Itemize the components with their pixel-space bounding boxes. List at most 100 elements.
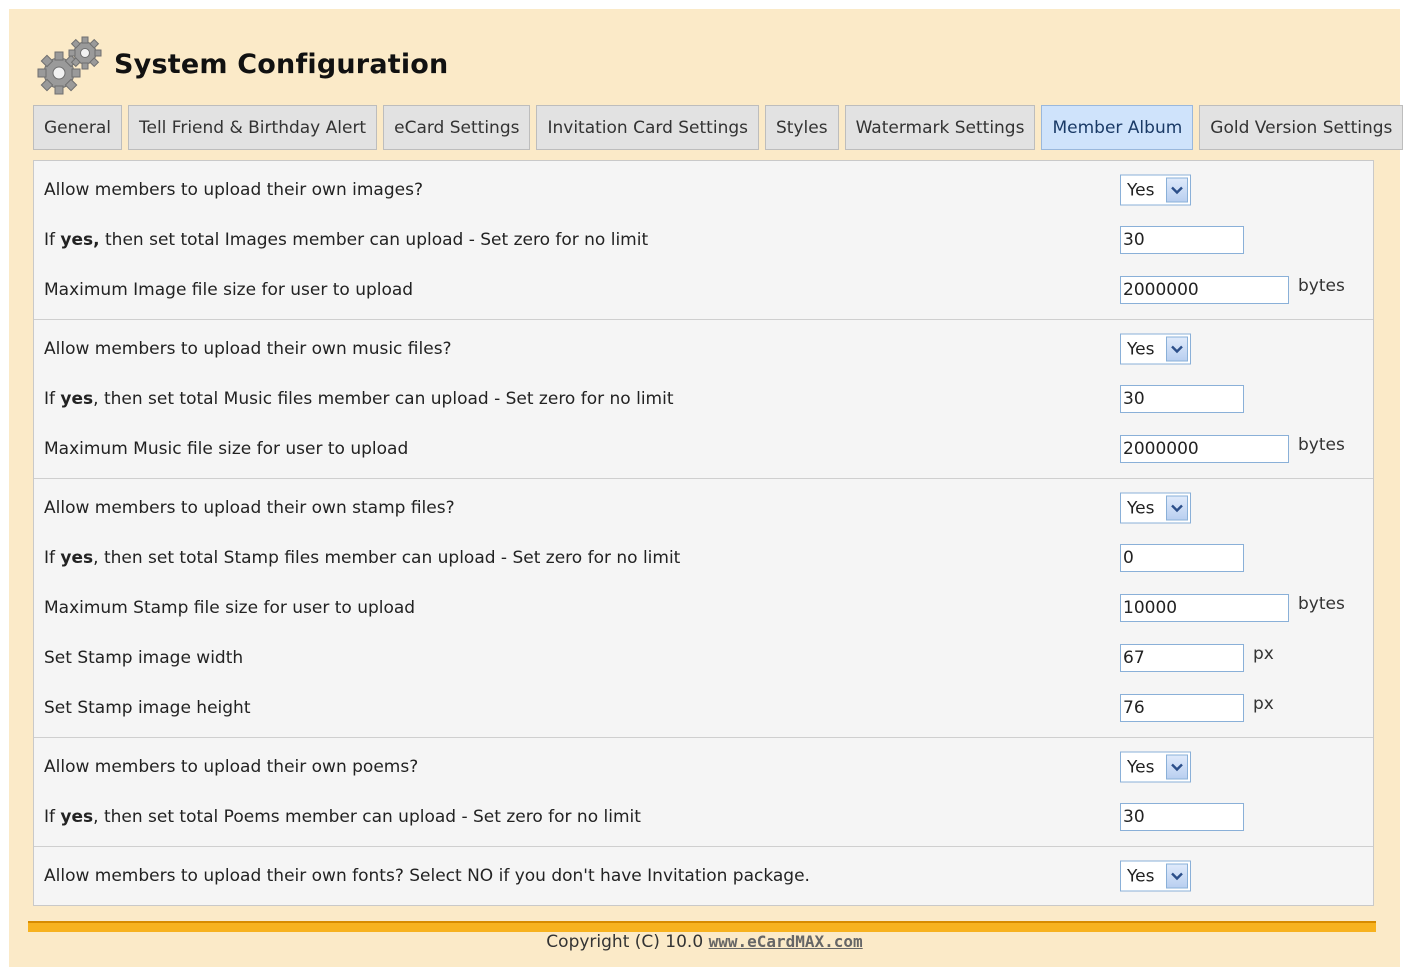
setting-row: Allow members to upload their own poems?… bbox=[34, 742, 1373, 792]
unit-label: bytes bbox=[1298, 276, 1345, 296]
label-suffix: , then set total Music files member can … bbox=[93, 389, 674, 409]
yes-no-select[interactable]: Yes bbox=[1120, 492, 1191, 524]
setting-row: Allow members to upload their own stamp … bbox=[34, 483, 1373, 533]
label-prefix: If bbox=[44, 230, 61, 250]
setting-row: Allow members to upload their own fonts?… bbox=[34, 851, 1373, 901]
setting-control: px bbox=[1120, 644, 1274, 672]
select-value: Yes bbox=[1127, 866, 1155, 886]
tab-styles[interactable]: Styles bbox=[765, 105, 839, 150]
setting-row: If yes, then set total Images member can… bbox=[34, 215, 1373, 265]
label-prefix: If bbox=[44, 389, 61, 409]
setting-control: Yes bbox=[1120, 492, 1191, 524]
settings-group-poems: Allow members to upload their own poems?… bbox=[34, 738, 1373, 847]
setting-row: If yes, then set total Music files membe… bbox=[34, 374, 1373, 424]
label-emphasis: yes bbox=[60, 807, 94, 827]
copyright-text: Copyright (C) 10.0 bbox=[546, 932, 709, 952]
setting-row: Allow members to upload their own music … bbox=[34, 324, 1373, 374]
setting-row: Maximum Image file size for user to uplo… bbox=[34, 265, 1373, 315]
setting-control bbox=[1120, 226, 1244, 254]
tab-member-album[interactable]: Member Album bbox=[1041, 105, 1194, 150]
page-frame: System Configuration General Tell Friend … bbox=[9, 9, 1404, 967]
footer-divider bbox=[28, 921, 1376, 932]
settings-group-fonts: Allow members to upload their own fonts?… bbox=[34, 847, 1373, 905]
chevron-down-icon[interactable] bbox=[1166, 177, 1188, 203]
setting-control: Yes bbox=[1120, 860, 1191, 892]
setting-control: bytes bbox=[1120, 594, 1345, 622]
setting-label: If yes, then set total Images member can… bbox=[44, 230, 648, 250]
yes-no-select[interactable]: Yes bbox=[1120, 174, 1191, 206]
ecardmax-link[interactable]: www.eCardMAX.com bbox=[709, 932, 863, 951]
settings-group-music: Allow members to upload their own music … bbox=[34, 320, 1373, 479]
setting-input[interactable] bbox=[1120, 226, 1244, 254]
settings-group-stamp: Allow members to upload their own stamp … bbox=[34, 479, 1373, 738]
unit-label: px bbox=[1253, 694, 1274, 714]
setting-input[interactable] bbox=[1120, 594, 1289, 622]
tab-watermark-settings[interactable]: Watermark Settings bbox=[844, 105, 1036, 150]
unit-label: bytes bbox=[1298, 435, 1345, 455]
gears-icon bbox=[35, 31, 105, 97]
header: System Configuration bbox=[35, 31, 448, 97]
tab-general[interactable]: General bbox=[33, 105, 122, 150]
setting-row: Allow members to upload their own images… bbox=[34, 165, 1373, 215]
setting-control bbox=[1120, 385, 1244, 413]
setting-control: Yes bbox=[1120, 751, 1191, 783]
tab-ecard-settings[interactable]: eCard Settings bbox=[383, 105, 531, 150]
chevron-down-icon[interactable] bbox=[1166, 863, 1188, 889]
label-emphasis: yes, bbox=[60, 230, 100, 250]
tab-gold-version-settings[interactable]: Gold Version Settings bbox=[1199, 105, 1404, 150]
setting-label: Maximum Music file size for user to uplo… bbox=[44, 439, 409, 459]
setting-label: Maximum Image file size for user to uplo… bbox=[44, 280, 414, 300]
unit-label: bytes bbox=[1298, 594, 1345, 614]
tab-invitation-card-settings[interactable]: Invitation Card Settings bbox=[536, 105, 759, 150]
label-suffix: , then set total Poems member can upload… bbox=[93, 807, 641, 827]
chevron-down-icon[interactable] bbox=[1166, 336, 1188, 362]
setting-input[interactable] bbox=[1120, 644, 1244, 672]
setting-input[interactable] bbox=[1120, 694, 1244, 722]
setting-label: If yes, then set total Music files membe… bbox=[44, 389, 674, 409]
setting-label: Allow members to upload their own poems? bbox=[44, 757, 419, 777]
setting-row: If yes, then set total Stamp files membe… bbox=[34, 533, 1373, 583]
setting-label: If yes, then set total Stamp files membe… bbox=[44, 548, 680, 568]
setting-label: Allow members to upload their own fonts?… bbox=[44, 866, 810, 886]
setting-input[interactable] bbox=[1120, 435, 1289, 463]
setting-control: Yes bbox=[1120, 333, 1191, 365]
page-title: System Configuration bbox=[114, 48, 449, 80]
label-prefix: If bbox=[44, 548, 61, 568]
select-value: Yes bbox=[1127, 339, 1155, 359]
setting-row: Maximum Stamp file size for user to uplo… bbox=[34, 583, 1373, 633]
setting-label: Allow members to upload their own music … bbox=[44, 339, 452, 359]
setting-row: Maximum Music file size for user to uplo… bbox=[34, 424, 1373, 474]
setting-row: Set Stamp image height px bbox=[34, 683, 1373, 733]
setting-control: px bbox=[1120, 694, 1274, 722]
select-value: Yes bbox=[1127, 180, 1155, 200]
yes-no-select[interactable]: Yes bbox=[1120, 333, 1191, 365]
setting-input[interactable] bbox=[1120, 276, 1289, 304]
select-value: Yes bbox=[1127, 757, 1155, 777]
setting-label: Set Stamp image width bbox=[44, 648, 244, 668]
yes-no-select[interactable]: Yes bbox=[1120, 751, 1191, 783]
setting-control bbox=[1120, 803, 1244, 831]
tab-tell-friend-birthday-alert[interactable]: Tell Friend & Birthday Alert bbox=[128, 105, 378, 150]
setting-label: Maximum Stamp file size for user to uplo… bbox=[44, 598, 416, 618]
setting-control: Yes bbox=[1120, 174, 1191, 206]
footer: Copyright (C) 10.0 www.eCardMAX.com bbox=[9, 932, 1400, 952]
settings-group-images: Allow members to upload their own images… bbox=[34, 161, 1373, 320]
setting-label: Allow members to upload their own images… bbox=[44, 180, 423, 200]
chevron-down-icon[interactable] bbox=[1166, 754, 1188, 780]
setting-label: If yes, then set total Poems member can … bbox=[44, 807, 641, 827]
select-value: Yes bbox=[1127, 498, 1155, 518]
label-suffix: then set total Images member can upload … bbox=[99, 230, 649, 250]
label-prefix: If bbox=[44, 807, 61, 827]
setting-control: bytes bbox=[1120, 435, 1345, 463]
setting-input[interactable] bbox=[1120, 803, 1244, 831]
label-suffix: , then set total Stamp files member can … bbox=[93, 548, 681, 568]
settings-panel: Allow members to upload their own images… bbox=[33, 160, 1374, 906]
setting-row: If yes, then set total Poems member can … bbox=[34, 792, 1373, 842]
yes-no-select[interactable]: Yes bbox=[1120, 860, 1191, 892]
chevron-down-icon[interactable] bbox=[1166, 495, 1188, 521]
unit-label: px bbox=[1253, 644, 1274, 664]
setting-input[interactable] bbox=[1120, 385, 1244, 413]
setting-input[interactable] bbox=[1120, 544, 1244, 572]
label-emphasis: yes bbox=[60, 389, 94, 409]
setting-label: Allow members to upload their own stamp … bbox=[44, 498, 455, 518]
